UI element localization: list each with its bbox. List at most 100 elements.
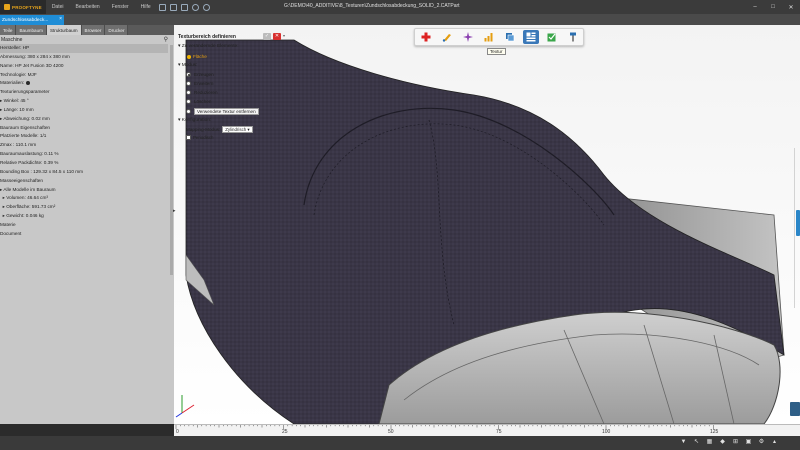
view-cube-icon[interactable] xyxy=(790,402,800,416)
filter-icon[interactable]: ▼ xyxy=(680,439,687,446)
property-row[interactable]: Masseeigenschaften xyxy=(0,177,168,186)
property-row[interactable]: ▸ Volumen: 46.64 cm³ xyxy=(0,194,168,203)
redo-icon[interactable] xyxy=(202,3,210,11)
section-elements[interactable]: ▾ Zu verändernde Elemente: xyxy=(178,44,239,49)
section-mode[interactable]: ▾ Modus: xyxy=(178,63,197,68)
tab-browser[interactable]: Browser xyxy=(81,25,106,35)
add-cross-icon[interactable] xyxy=(418,30,434,44)
property-row[interactable]: Materialien: xyxy=(0,79,168,88)
property-row[interactable]: Document xyxy=(0,230,168,239)
property-row[interactable]: Bauraum Eigenschaften xyxy=(0,124,168,133)
mode-delete-radio[interactable]: Löschen xyxy=(186,99,211,104)
property-row[interactable]: Hersteller: HP xyxy=(0,44,168,53)
left-panel: Teile Baumbaum Strukturbaum Browser Druc… xyxy=(0,25,174,424)
expand-icon[interactable]: ▴ xyxy=(771,439,778,446)
save-icon[interactable] xyxy=(180,3,188,11)
mode-remove-texture-radio[interactable]: Verwendete Textur entfernen xyxy=(186,108,259,115)
panel-header: Maschine ⚲ xyxy=(0,36,174,44)
layers-icon[interactable] xyxy=(502,30,518,44)
panel-expander-icon[interactable]: ▸ xyxy=(173,208,178,214)
property-row[interactable]: Technologie: MJF xyxy=(0,71,168,80)
periodic-row[interactable]: Periodisch xyxy=(186,135,214,140)
texture-area-dialog: Texturbereich definieren ✓ ✕ ▾ ▾ Zu verä… xyxy=(176,33,286,148)
open-folder-icon[interactable] xyxy=(169,3,177,11)
maximize-icon[interactable]: □ xyxy=(764,0,782,14)
paint-brush-icon[interactable] xyxy=(439,30,455,44)
settings-icon[interactable]: ⚙ xyxy=(758,439,765,446)
property-label: Oberfläche: 591.73 cm² xyxy=(6,204,56,210)
property-row[interactable]: Name: HP Jet Fusion 3D 4200 xyxy=(0,62,168,71)
search-icon[interactable]: ⚲ xyxy=(164,36,168,43)
periodic-label: Periodisch xyxy=(193,135,214,140)
info-icon[interactable] xyxy=(26,81,31,86)
radio-dot xyxy=(186,72,191,77)
mode-reduce-radio[interactable]: Reduzieren xyxy=(186,90,218,95)
menu-edit[interactable]: Bearbeiten xyxy=(70,4,106,10)
document-tab[interactable]: Zundschlossabdeck... × xyxy=(0,15,64,25)
undo-icon[interactable] xyxy=(191,3,199,11)
bar-chart-icon[interactable] xyxy=(481,30,497,44)
confirm-button[interactable]: ✓ xyxy=(263,33,271,40)
mapping-row: Mapping-Modus: Zylindrisch ▾ xyxy=(186,126,253,133)
radio-dot xyxy=(186,109,191,114)
element-chip[interactable]: Fläche xyxy=(187,54,207,59)
new-file-icon[interactable] xyxy=(158,3,166,11)
pin-icon[interactable] xyxy=(565,30,581,44)
tooltip: Textur xyxy=(487,48,506,55)
minimize-icon[interactable]: – xyxy=(746,0,764,14)
mode-reduce-label: Reduzieren xyxy=(194,90,218,95)
property-label: Bounding Box : 129.32 x 84.5 x 110 mm xyxy=(0,168,84,174)
select-icon[interactable]: ↖ xyxy=(693,439,700,446)
chat-icon[interactable]: ◆ xyxy=(719,439,726,446)
dialog-menu-icon[interactable]: ▾ xyxy=(283,33,285,38)
property-row[interactable]: Platzierte Modelle: 1/1 xyxy=(0,132,168,141)
property-row[interactable]: ▸ Oberfläche: 591.73 cm² xyxy=(0,203,168,212)
tab-build-tree[interactable]: Baumbaum xyxy=(16,25,47,35)
property-row[interactable]: Abmessung: 380 x 284 x 380 mm xyxy=(0,53,168,62)
menu-help[interactable]: Hilfe xyxy=(135,4,157,10)
texture-icon[interactable] xyxy=(523,30,539,44)
menu-file[interactable]: Datei xyxy=(46,4,70,10)
property-row[interactable]: ▸ Gewicht: 0.046 kg xyxy=(0,212,168,221)
radio-dot xyxy=(186,90,191,95)
close-tab-icon[interactable]: × xyxy=(59,16,62,22)
property-row[interactable]: Relative Packdichte: 0.39 % xyxy=(0,159,168,168)
mode-create-radio[interactable]: Erzeugen xyxy=(186,72,214,77)
property-row[interactable]: ▸ Winkel: 45 ° xyxy=(0,97,168,106)
tab-structure-tree[interactable]: Strukturbaum xyxy=(46,25,82,35)
measure-icon[interactable]: ⊞ xyxy=(732,439,739,446)
property-label: Winkel: 45 ° xyxy=(3,98,29,104)
axis-triad xyxy=(175,395,195,418)
section-config[interactable]: ▾ Konfiguration: xyxy=(178,118,211,123)
export-check-icon[interactable] xyxy=(544,30,560,44)
layout-icon[interactable]: ▣ xyxy=(745,439,752,446)
property-row[interactable]: Texturierungsparameter xyxy=(0,88,168,97)
property-row[interactable]: Bauraumauslastung: 0.11 % xyxy=(0,150,168,159)
property-row[interactable]: Zmax : 110.1 mm xyxy=(0,141,168,150)
mode-extend-radio[interactable]: Erweitern xyxy=(186,81,213,86)
tab-printer[interactable]: Drucker xyxy=(105,25,129,35)
close-window-icon[interactable]: ✕ xyxy=(782,0,800,14)
tab-parts[interactable]: Teile xyxy=(0,25,17,35)
scroll-thumb[interactable] xyxy=(170,45,173,275)
ruler-label: 75 xyxy=(496,429,502,435)
periodic-checkbox[interactable] xyxy=(186,135,191,140)
property-label: Länge: 10 mm xyxy=(3,106,34,112)
panel-header-label: Maschine xyxy=(1,37,23,43)
property-row[interactable]: Materie xyxy=(0,221,168,230)
property-row[interactable]: ▸ Länge: 10 mm xyxy=(0,106,168,115)
grid-icon[interactable]: ▦ xyxy=(706,439,713,446)
property-label: Abweichung: 0.02 mm xyxy=(3,115,50,121)
cancel-button[interactable]: ✕ xyxy=(273,33,281,40)
surface-icon xyxy=(187,54,191,59)
remove-texture-button[interactable]: Verwendete Textur entfernen xyxy=(194,108,259,115)
property-row[interactable]: Bounding Box : 129.32 x 84.5 x 110 mm xyxy=(0,168,168,177)
menu-window[interactable]: Fenster xyxy=(106,4,135,10)
star-spark-icon[interactable] xyxy=(460,30,476,44)
right-side-tab[interactable] xyxy=(796,210,800,236)
document-tab-label: Zundschlossabdeck... xyxy=(2,17,49,23)
property-row[interactable]: ▸ Abweichung: 0.02 mm xyxy=(0,115,168,124)
mode-delete-label: Löschen xyxy=(194,99,212,104)
property-row[interactable]: ▸ Alle Modelle im Bauraum xyxy=(0,186,168,195)
mapping-select[interactable]: Zylindrisch ▾ xyxy=(222,126,253,133)
